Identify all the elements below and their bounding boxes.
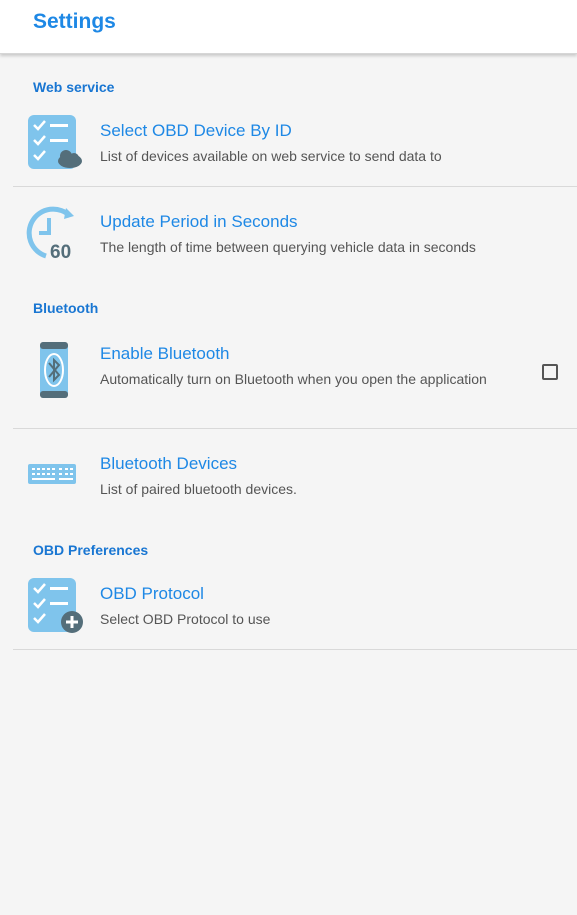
setting-title: OBD Protocol [100,584,204,603]
keyboard-icon [28,464,76,484]
timer-icon: 60 [26,206,74,260]
setting-obd-protocol[interactable]: OBD Protocol Select OBD Protocol to use [13,569,577,650]
setting-title: Bluetooth Devices [100,454,238,473]
setting-title: Select OBD Device By ID [100,121,292,140]
section-header-obd-preferences: OBD Preferences [33,542,149,558]
setting-title: Update Period in Seconds [100,212,298,231]
app-bar: Settings [0,0,577,54]
setting-title: Enable Bluetooth [100,344,230,363]
setting-subtitle: List of devices available on web service… [100,148,442,164]
checklist-cloud-icon [28,115,82,169]
page-title: Settings [33,10,116,33]
setting-subtitle: List of paired bluetooth devices. [100,481,297,497]
setting-subtitle: The length of time between querying vehi… [100,239,476,255]
checklist-add-icon [28,578,83,633]
enable-bluetooth-checkbox[interactable] [542,364,558,380]
timer-icon-text: 60 [50,242,71,260]
setting-bluetooth-devices[interactable]: Bluetooth Devices List of paired bluetoo… [13,430,577,530]
setting-subtitle: Select OBD Protocol to use [100,611,271,627]
phone-bluetooth-icon [40,342,68,398]
setting-subtitle: Automatically turn on Bluetooth when you… [100,371,487,387]
section-header-bluetooth: Bluetooth [33,300,99,316]
section-header-web-service: Web service [33,79,115,95]
setting-select-obd-device[interactable]: Select OBD Device By ID List of devices … [13,106,577,187]
setting-update-period[interactable]: 60 Update Period in Seconds The length o… [13,188,577,288]
setting-enable-bluetooth[interactable]: Enable Bluetooth Automatically turn on B… [13,328,577,429]
